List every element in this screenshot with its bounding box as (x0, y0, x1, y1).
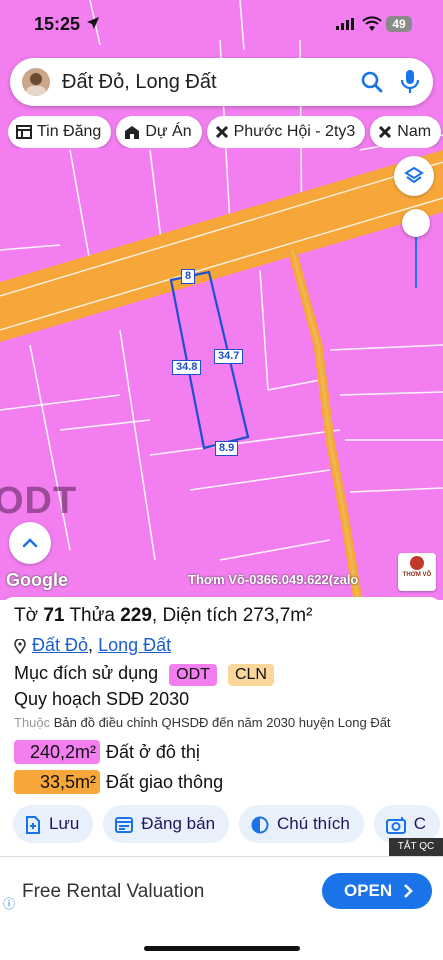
home-indicator[interactable] (144, 946, 300, 951)
search-bar[interactable]: Đất Đỏ, Long Đất (10, 58, 433, 106)
chip-label: Nam (397, 123, 432, 140)
dimension-top: 8 (181, 269, 196, 284)
save-plus-icon (26, 815, 40, 834)
parcel-info-panel: Tờ 71 Thửa 229, Diện tích 273,7m² Đất Đỏ… (0, 597, 443, 857)
chevron-up-icon (22, 538, 38, 548)
chip-label: Tin Đăng (37, 123, 102, 140)
expand-panel-button[interactable] (9, 522, 51, 564)
tools-icon (379, 125, 392, 138)
filter-chips: Tin Đăng Dự Án Phước Hội - 2ty3 Nam (8, 116, 443, 148)
status-time: 15:25 (34, 14, 81, 34)
dimension-bottom: 8.9 (215, 441, 239, 456)
zone-label: ODT (0, 480, 78, 522)
purpose-tag-odt: ODT (169, 664, 217, 686)
land-use-purpose: Mục đích sử dụng ODT CLN (14, 663, 274, 686)
google-logo: Google (6, 570, 68, 590)
agency-logo-text: THƠM VÕ (402, 572, 432, 578)
building-icon (125, 125, 140, 139)
parcel-label: Thửa (69, 605, 115, 626)
ad-open-label: OPEN (344, 881, 393, 900)
parcel-title: Tờ 71 Thửa 229, Diện tích 273,7m² (14, 605, 312, 627)
map-watermark: Thơm Võ-0366.049.622(zalo (188, 572, 359, 587)
area-type-label: Đất ở đô thị (106, 742, 200, 762)
tools-icon (215, 125, 228, 138)
chevron-right-icon (404, 884, 413, 898)
microphone-icon[interactable] (400, 69, 420, 95)
agency-logo[interactable]: THƠM VÕ (398, 553, 436, 591)
battery-indicator: 49 (386, 16, 412, 32)
purpose-tag-cln: CLN (227, 664, 274, 686)
ad-info-icon[interactable]: ⓘ (3, 895, 15, 912)
hide-ad-button[interactable]: TẮT QC (389, 838, 443, 856)
emblem-icon (410, 556, 424, 570)
district-link[interactable]: Long Đất (98, 635, 171, 655)
avatar[interactable] (22, 68, 50, 96)
save-button[interactable]: Lưu (13, 805, 94, 843)
action-buttons: Lưu Đăng bán Chú thích C (13, 805, 443, 843)
belongs-label: Thuộc (14, 715, 51, 730)
post-listing-button[interactable]: Đăng bán (103, 805, 230, 843)
dimension-left: 34.8 (172, 360, 202, 375)
location-separator: , (88, 635, 94, 655)
parcel-number: 229 (120, 605, 152, 626)
chip-du-an[interactable]: Dự Án (116, 116, 202, 148)
chip-label: Dự Án (145, 123, 192, 140)
area-label: , Diện tích (151, 605, 238, 626)
sheet-label: Tờ (14, 605, 39, 626)
area-value-badge: 33,5m² (14, 770, 100, 794)
wifi-icon (362, 16, 382, 31)
ward-link[interactable]: Đất Đỏ (32, 635, 88, 655)
purpose-label: Mục đích sử dụng (14, 663, 159, 683)
chip-tin-dang[interactable]: Tin Đăng (8, 116, 112, 148)
area-value: 273,7m² (242, 605, 313, 626)
ad-banner[interactable]: ⓘ Free Rental Valuation OPEN (0, 856, 443, 929)
camera-icon (385, 816, 406, 834)
post-listing-label: Đăng bán (141, 814, 216, 833)
parcel-location: Đất Đỏ, Long Đất (14, 635, 171, 656)
location-arrow-icon (87, 17, 99, 29)
plan-title: Quy hoạch SDĐ 2030 (14, 689, 190, 709)
ad-text: Free Rental Valuation (22, 881, 205, 902)
signal-icon (336, 18, 354, 30)
post-listing-icon (115, 816, 134, 833)
status-bar: 15:25 49 (0, 0, 443, 50)
plan-source: Thuộc Bản đồ điều chỉnh QHSDĐ đến năm 20… (14, 715, 391, 730)
plan-source-text: Bản đồ điều chỉnh QHSDĐ đến năm 2030 huy… (53, 715, 391, 730)
chip-nam[interactable]: Nam (370, 116, 442, 148)
camera-button-label: C (413, 814, 427, 833)
search-input[interactable]: Đất Đỏ, Long Đất (62, 71, 217, 94)
save-button-label: Lưu (49, 814, 80, 833)
sheet-number: 71 (43, 605, 65, 626)
chip-phuoc-hoi[interactable]: Phước Hội - 2ty3 (206, 116, 366, 148)
opacity-slider-handle[interactable] (402, 209, 430, 237)
location-pin-icon (14, 638, 26, 654)
area-row-transport: 33,5m² Đất giao thông (14, 770, 223, 794)
legend-button[interactable]: Chú thích (239, 805, 364, 843)
search-icon[interactable] (360, 70, 384, 94)
area-row-residential: 240,2m² Đất ở đô thị (14, 740, 200, 764)
list-icon (16, 124, 32, 139)
legend-button-label: Chú thích (277, 814, 350, 833)
layers-icon (404, 166, 424, 184)
half-circle-icon (251, 816, 269, 834)
chip-label: Phước Hội - 2ty3 (233, 123, 356, 140)
layers-button[interactable] (394, 156, 434, 196)
ad-open-button[interactable]: OPEN (322, 873, 432, 909)
area-type-label: Đất giao thông (106, 772, 224, 792)
dimension-right: 34.7 (214, 349, 244, 364)
area-value-badge: 240,2m² (14, 740, 100, 764)
